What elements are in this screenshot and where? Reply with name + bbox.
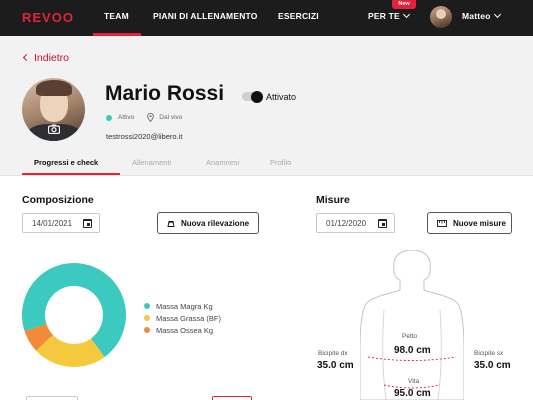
- legend-item: Massa Grassa (BF): [144, 312, 221, 324]
- active-tab-indicator: [22, 173, 120, 175]
- legend-dot-icon: [144, 315, 150, 321]
- bicipite-sx-value: 35.0 cm: [474, 360, 511, 371]
- composizione-date-value: 14/01/2021: [32, 219, 73, 228]
- nuova-rilevazione-button[interactable]: Nuova rilevazione: [157, 212, 259, 234]
- top-navbar: REVOO TEAM PIANI DI ALLENAMENTO ESERCIZI…: [0, 0, 533, 36]
- legend-label: Massa Grassa (BF): [156, 313, 222, 323]
- location-pin-icon: [147, 113, 155, 122]
- vita-label: Vita: [408, 378, 420, 385]
- petto-value: 98.0 cm: [394, 345, 431, 356]
- status-active: Attivo: [118, 114, 135, 121]
- legend-dot-icon: [144, 303, 150, 309]
- nuove-misure-button[interactable]: Nuove misure: [427, 212, 512, 234]
- chevron-down-icon: [402, 10, 410, 19]
- calendar-icon[interactable]: [378, 219, 387, 228]
- misure-date-value: 01/12/2020: [326, 219, 367, 228]
- composizione-title: Composizione: [22, 194, 94, 206]
- client-name: Mario Rossi: [105, 82, 225, 105]
- legend-dot-icon: [144, 327, 150, 333]
- legend-item: Massa Magra Kg: [144, 300, 221, 312]
- bicipite-sx-label: Bicipite sx: [474, 350, 504, 357]
- back-link[interactable]: Indietro: [22, 52, 70, 64]
- status-location: Dal vivo: [159, 114, 183, 121]
- scale-icon: [167, 221, 175, 227]
- nav-item-esercizi[interactable]: ESERCIZI: [278, 11, 319, 21]
- partial-button-right[interactable]: [212, 396, 252, 400]
- bicipite-dx-value: 35.0 cm: [317, 360, 354, 371]
- revoo-logo[interactable]: REVOO: [22, 10, 74, 25]
- camera-icon[interactable]: [48, 124, 60, 134]
- toggle-label: Attivato: [266, 92, 297, 102]
- tab-allenamenti[interactable]: Allenamenti: [132, 158, 171, 167]
- bicipite-dx-label: Bicipite dx: [318, 350, 348, 357]
- chevron-left-icon: [22, 53, 31, 62]
- nav-item-team[interactable]: TEAM: [104, 11, 129, 21]
- tab-anamnesi[interactable]: Anamnesi: [206, 158, 239, 167]
- ruler-icon: [437, 219, 447, 227]
- nuove-misure-label: Nuove misure: [453, 218, 506, 228]
- tab-profilo[interactable]: Profilo: [270, 158, 291, 167]
- back-label: Indietro: [34, 52, 70, 64]
- new-badge: New: [392, 0, 416, 9]
- active-toggle[interactable]: [242, 90, 263, 103]
- calendar-icon[interactable]: [83, 219, 92, 228]
- status-row: Attivo Dal vivo: [106, 113, 182, 122]
- misure-date-field[interactable]: 01/12/2020: [316, 213, 395, 233]
- tab-progressi[interactable]: Progressi e check: [34, 158, 98, 167]
- nav-item-piani[interactable]: PIANI DI ALLENAMENTO: [153, 11, 258, 21]
- user-avatar[interactable]: [430, 6, 452, 28]
- status-dot-icon: [106, 114, 112, 121]
- active-nav-indicator: [93, 33, 141, 36]
- legend-label: Massa Magra Kg: [156, 301, 213, 311]
- vita-value: 95.0 cm: [394, 388, 431, 399]
- petto-label: Petto: [402, 333, 418, 340]
- user-menu[interactable]: Matteo: [462, 10, 501, 21]
- composition-donut-chart: [22, 263, 126, 367]
- partial-button-left[interactable]: [26, 396, 78, 400]
- user-name: Matteo: [462, 11, 491, 21]
- composizione-date-field[interactable]: 14/01/2021: [22, 213, 100, 233]
- client-email: testrossi2020@libero.it: [106, 132, 183, 141]
- chart-legend: Massa Magra Kg Massa Grassa (BF) Massa Oss…: [144, 300, 221, 336]
- chevron-down-icon: [493, 10, 501, 19]
- legend-label: Massa Ossea Kg: [156, 325, 214, 335]
- legend-item: Massa Ossea Kg: [144, 324, 221, 336]
- nuova-rilevazione-label: Nuova rilevazione: [181, 218, 250, 228]
- nav-item-per-te[interactable]: PER TE: [368, 10, 410, 21]
- per-te-label: PER TE: [368, 11, 400, 21]
- misure-title: Misure: [316, 194, 350, 206]
